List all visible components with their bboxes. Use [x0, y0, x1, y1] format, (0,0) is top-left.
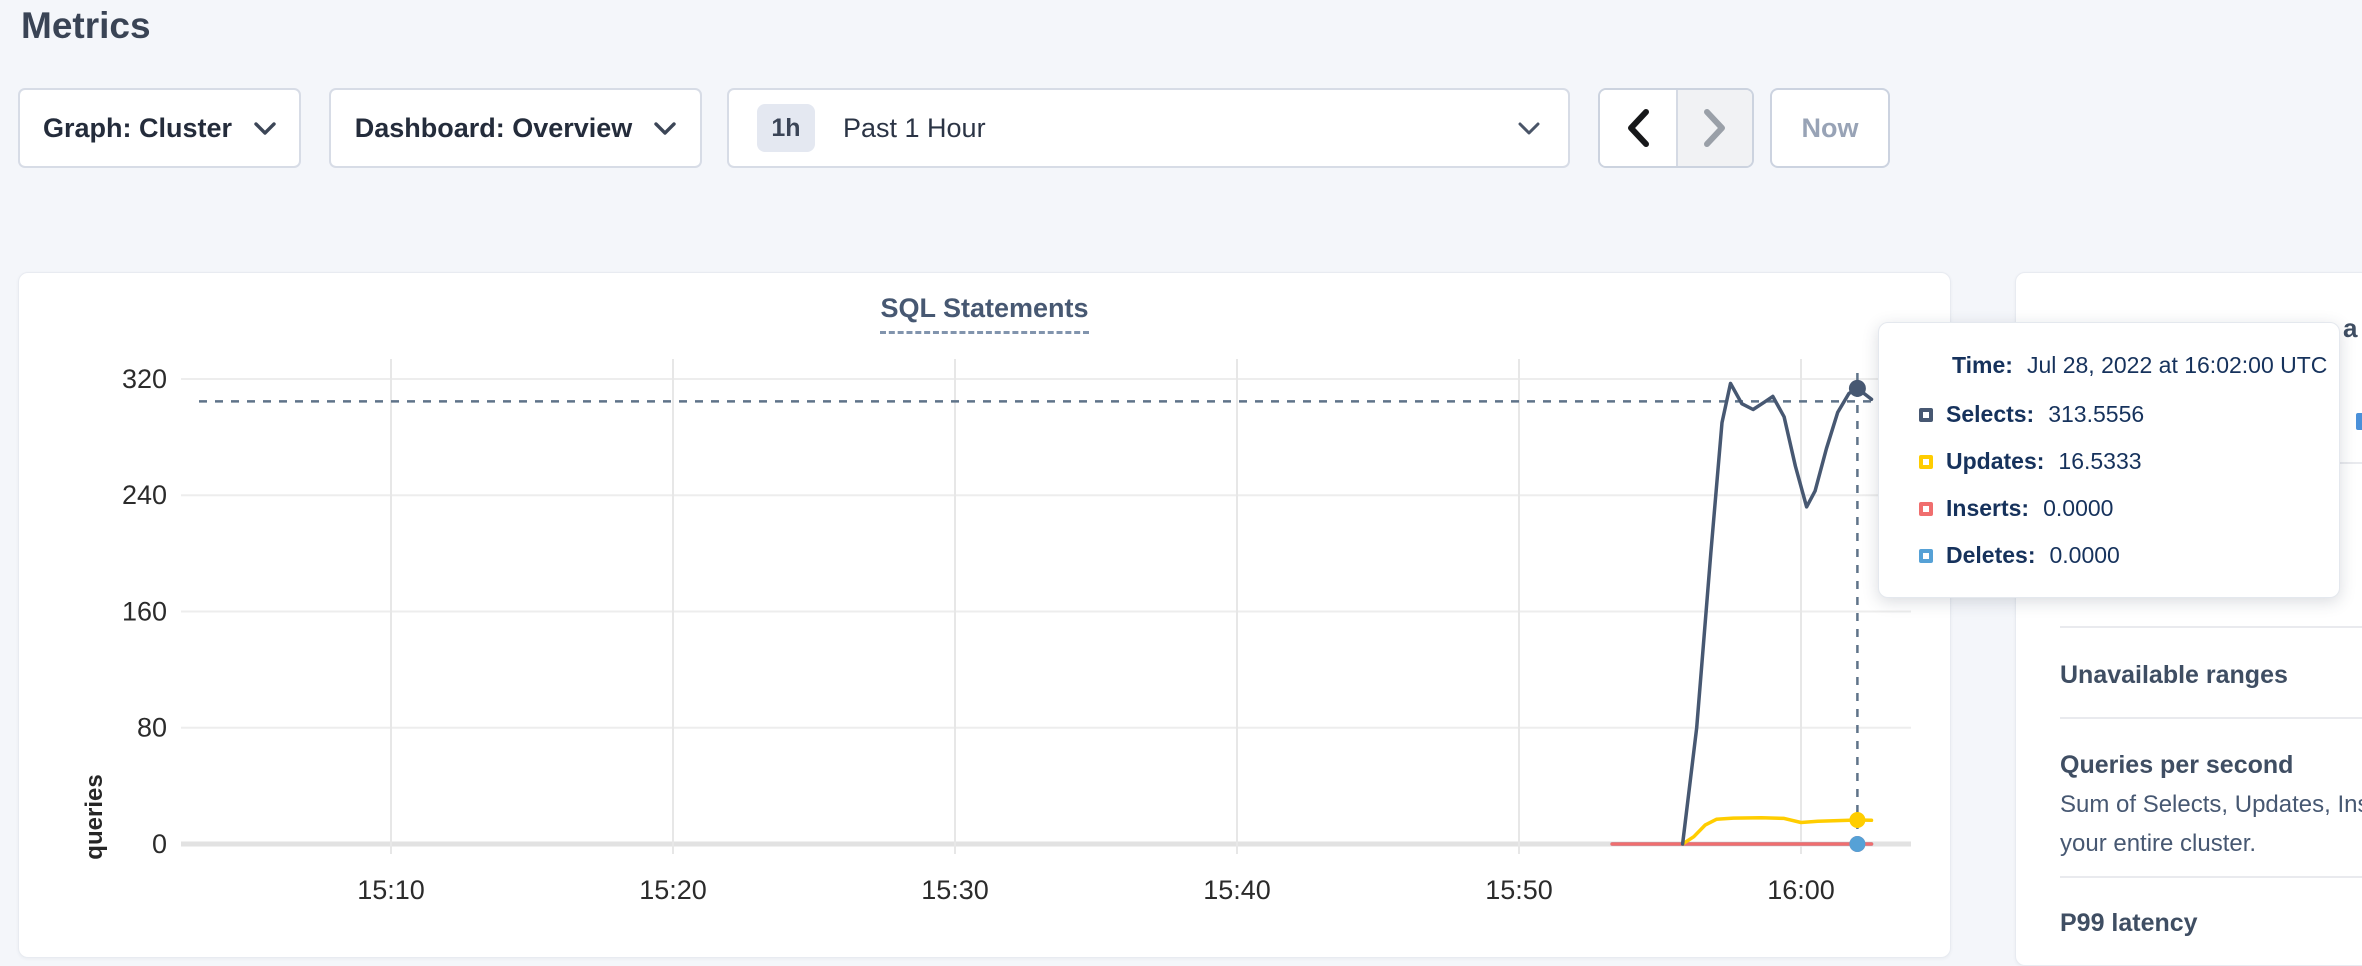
deletes-swatch — [1919, 549, 1933, 563]
link-text-fragment — [2356, 413, 2362, 430]
chevron-down-icon — [654, 122, 676, 135]
selects-value: 313.5556 — [2048, 401, 2144, 428]
y-tick-label: 320 — [122, 364, 167, 394]
queries-per-second-label: Queries per second — [2060, 751, 2293, 780]
chevron-right-icon — [1703, 109, 1727, 147]
chart-hover-tooltip: Time: Jul 28, 2022 at 16:02:00 UTC Selec… — [1878, 322, 2340, 598]
deletes-label: Deletes: — [1946, 542, 2035, 569]
time-range-label: Past 1 Hour — [843, 113, 1496, 144]
y-tick-label: 80 — [137, 713, 167, 743]
sql-statements-chart[interactable]: 0 80 160 240 320 15:10 15:20 15:30 15:40 15:50 16:… — [19, 301, 1952, 941]
next-time-window-button[interactable] — [1676, 90, 1752, 166]
time-range-badge: 1h — [757, 104, 815, 152]
updates-value: 16.5333 — [2058, 448, 2141, 475]
tooltip-time-label: Time: — [1952, 352, 2013, 379]
graph-dropdown-label: Graph: Cluster — [43, 113, 232, 144]
updates-swatch — [1919, 455, 1933, 469]
dashboard-dropdown-label: Dashboard: Overview — [355, 113, 633, 144]
y-tick-label: 160 — [122, 596, 167, 626]
series-line-selects — [1683, 383, 1872, 844]
series-line-updates — [1683, 818, 1872, 844]
graph-dropdown[interactable]: Graph: Cluster — [18, 88, 301, 168]
selects-swatch — [1919, 408, 1933, 422]
hover-point-deletes — [1849, 836, 1865, 852]
sql-statements-chart-card: SQL Statements queries 08016024032015:10… — [18, 272, 1951, 958]
time-range-selector[interactable]: 1h Past 1 Hour — [727, 88, 1570, 168]
y-tick-label: 0 — [152, 829, 167, 859]
prev-time-window-button[interactable] — [1600, 90, 1676, 166]
inserts-swatch — [1919, 502, 1933, 516]
p99-latency-label: P99 latency — [2060, 909, 2198, 938]
tooltip-time-value: Jul 28, 2022 at 16:02:00 UTC — [2027, 352, 2327, 379]
x-tick-label: 15:20 — [639, 875, 707, 905]
x-tick-label: 15:10 — [357, 875, 425, 905]
deletes-value: 0.0000 — [2049, 542, 2119, 569]
y-tick-label: 240 — [122, 480, 167, 510]
time-window-nav — [1598, 88, 1754, 168]
x-tick-label: 16:00 — [1767, 875, 1835, 905]
chevron-left-icon — [1626, 109, 1650, 147]
page-title: Metrics — [21, 5, 151, 47]
hover-point-updates — [1849, 812, 1865, 828]
inserts-value: 0.0000 — [2043, 495, 2113, 522]
now-button[interactable]: Now — [1770, 88, 1890, 168]
divider — [2060, 626, 2362, 628]
chevron-down-icon — [254, 122, 276, 135]
selects-label: Selects: — [1946, 401, 2034, 428]
x-tick-label: 15:40 — [1203, 875, 1271, 905]
divider — [2060, 876, 2362, 878]
queries-per-second-desc-line1: Sum of Selects, Updates, Inser — [2060, 791, 2362, 819]
unavailable-ranges-label: Unavailable ranges — [2060, 661, 2288, 690]
dashboard-dropdown[interactable]: Dashboard: Overview — [329, 88, 702, 168]
chevron-down-icon — [1518, 122, 1540, 135]
summary-heading-fragment: a — [2343, 313, 2357, 344]
updates-label: Updates: — [1946, 448, 2044, 475]
hover-point-selects — [1849, 380, 1866, 397]
divider — [2060, 717, 2362, 719]
inserts-label: Inserts: — [1946, 495, 2029, 522]
x-tick-label: 15:30 — [921, 875, 989, 905]
x-tick-label: 15:50 — [1485, 875, 1553, 905]
queries-per-second-desc-line2: your entire cluster. — [2060, 830, 2256, 858]
